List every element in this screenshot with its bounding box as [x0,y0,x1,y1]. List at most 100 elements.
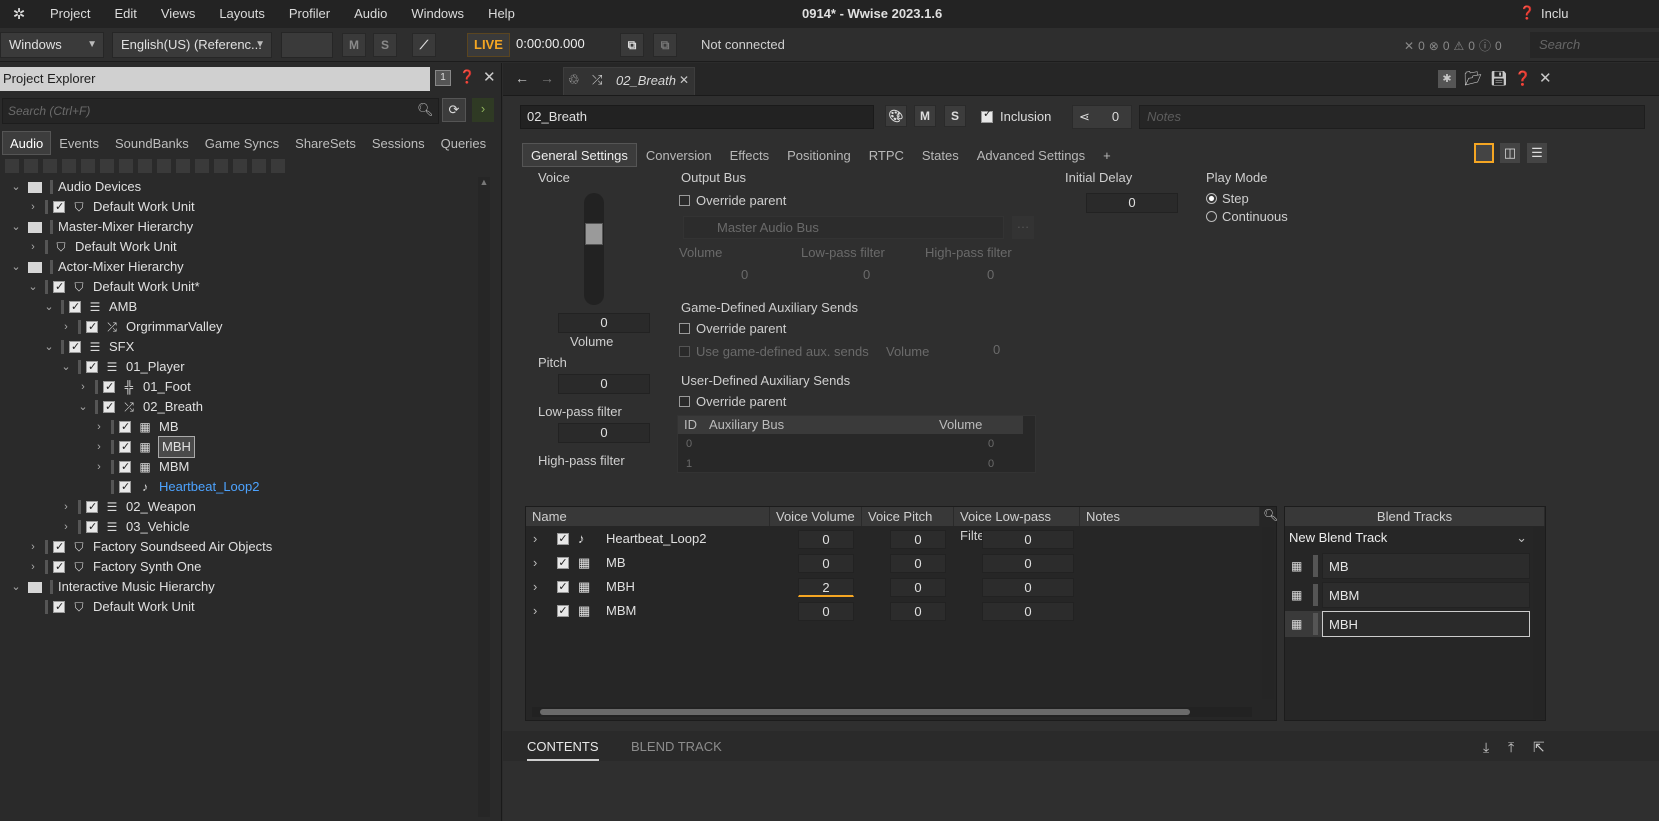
checkbox[interactable] [679,195,690,206]
pin-icon[interactable]: ✱ [1438,70,1456,88]
tab-sharesets[interactable]: ShareSets [287,131,364,155]
chevron-down-icon[interactable]: ⌄ [43,297,55,317]
blend-track-item[interactable]: ▦ MBM [1285,582,1530,608]
tree-item[interactable]: ⌄ ⛉ Default Work Unit* [27,277,199,297]
solo-button[interactable]: S [373,33,397,57]
tab-add[interactable]: + [1094,143,1120,167]
row-volume[interactable]: 0 [798,554,854,573]
blend-container-icon[interactable] [80,158,96,174]
chevron-right-icon[interactable]: › [93,417,105,437]
tree-item[interactable]: › ☰ 02_Weapon [60,497,196,517]
menu-audio[interactable]: Audio [342,0,399,28]
popout-icon[interactable]: ⇱ [1533,739,1545,756]
tab-positioning[interactable]: Positioning [778,143,860,167]
checkbox[interactable] [86,497,98,517]
tab-events[interactable]: Events [51,131,107,155]
tree-item[interactable]: › ⛉ Factory Soundseed Air Objects [27,537,272,557]
recycle-icon[interactable]: ♲ [568,72,580,88]
new-blend-track-dropdown[interactable]: New Blend Track ⌄ [1287,527,1532,549]
user-aux-override-checkbox[interactable]: Override parent [679,394,786,409]
tree-item[interactable]: › ▦ MBM [93,457,189,477]
checkbox[interactable] [53,597,65,617]
tree-item[interactable]: ⌄ Master-Mixer Hierarchy [10,217,193,237]
error-icon[interactable]: ⊗ [1429,39,1439,53]
row-volume[interactable]: 2 [798,578,854,597]
tree-item[interactable]: ⌄ Actor-Mixer Hierarchy [10,257,184,277]
help-icon[interactable]: ❓ [459,69,475,85]
tab-states[interactable]: States [913,143,968,167]
tree-item[interactable]: › ☰ 03_Vehicle [60,517,189,537]
tab-audio[interactable]: Audio [2,131,52,155]
col-voice-pitch[interactable]: Voice Pitch [862,507,954,526]
tree-item[interactable]: ♪ Heartbeat_Loop2 [111,477,259,497]
blend-track-item-selected[interactable]: ▦ MBH [1285,611,1530,637]
row-checkbox[interactable]: ✓ [557,557,569,569]
col-voice-lpf[interactable]: Voice Low-pass Filter [954,507,1080,543]
performance-graph-icon[interactable]: ⟋ [412,33,436,57]
pitch-value-box[interactable]: 0 [558,374,650,394]
row-lpf[interactable]: 0 [982,578,1074,597]
close-tab-icon[interactable]: ✕ [679,73,689,87]
chevron-right-icon[interactable]: › [533,553,537,573]
tree-item[interactable]: ⌄ Audio Devices [10,177,141,197]
chevron-down-icon[interactable]: ⌄ [77,397,89,417]
initial-delay-box[interactable]: 0 [1086,193,1178,213]
tree-item[interactable]: › ⛉ Default Work Unit [27,237,177,257]
object-tab[interactable]: 02_Breath [563,67,695,95]
menu-help[interactable]: Help [476,0,527,28]
live-button[interactable]: LIVE [467,33,510,57]
close-icon[interactable]: ✕ [1539,69,1552,87]
notes-field[interactable]: Notes [1139,105,1645,129]
checkbox[interactable] [119,457,131,477]
remote-icon[interactable]: ⧉ [653,33,677,57]
aux-bus-icon[interactable] [213,158,229,174]
download-icon[interactable]: ⤓ [1483,739,1489,756]
solo-button[interactable]: S [944,105,966,127]
bus-icon[interactable] [194,158,210,174]
search-icon[interactable]: 🔍︎ [1263,508,1278,522]
tree-item-selected[interactable]: › ▦ MBH [93,436,195,458]
col-notes[interactable]: Notes [1080,507,1260,526]
tree-item[interactable]: › ⛉ Default Work Unit [27,197,194,217]
arrow-right-icon[interactable]: › [472,98,494,122]
chevron-right-icon[interactable]: › [60,317,72,337]
folder-icon[interactable] [23,158,39,174]
chevron-down-icon[interactable]: ⌄ [10,177,22,197]
tree-item[interactable]: › ⛉ Factory Synth One [27,557,201,577]
table-row[interactable]: › ✓ ▦ MBH 2 0 0 [526,577,1261,599]
menu-windows[interactable]: Windows [399,0,476,28]
save-icon[interactable]: 💾︎ [1490,70,1508,87]
col-name[interactable]: Name [526,507,770,526]
chevron-down-icon[interactable]: ⌄ [10,257,22,277]
row-lpf[interactable]: 0 [982,554,1074,573]
wwise-logo-icon[interactable]: ✲ [0,5,38,23]
fader-handle[interactable] [585,223,603,245]
checkbox[interactable] [53,537,65,557]
tab-game-syncs[interactable]: Game Syncs [197,131,287,155]
tab-rtpc[interactable]: RTPC [860,143,913,167]
tree-item[interactable]: › ⤮ OrgrimmarValley [60,317,222,337]
help-icon[interactable]: ❓ [1514,70,1531,87]
tree-item[interactable]: › ▦ MB [93,417,178,437]
music-icon[interactable] [270,158,286,174]
tab-sessions[interactable]: Sessions [364,131,433,155]
table-row[interactable]: › ✓ ♪ Heartbeat_Loop2 0 0 0 [526,529,1261,551]
info-icon[interactable]: ⓘ [1479,37,1491,54]
step-radio[interactable]: Step [1206,191,1249,206]
switch-container-icon[interactable] [156,158,172,174]
chevron-down-icon[interactable]: ⌄ [43,337,55,357]
table-row[interactable]: › ✓ ▦ MBM 0 0 0 [526,601,1261,623]
horizontal-scrollbar[interactable] [532,707,1252,717]
checkbox[interactable] [103,377,115,397]
chevron-right-icon[interactable]: › [533,601,537,621]
menu-edit[interactable]: Edit [102,0,148,28]
checkbox[interactable] [119,417,131,437]
inclusion-checkbox[interactable] [981,107,993,123]
lpf-value-box[interactable]: 0 [558,423,650,443]
tab-effects[interactable]: Effects [721,143,779,167]
chevron-right-icon[interactable]: › [93,437,105,457]
volume-fader[interactable] [584,193,604,305]
row-pitch[interactable]: 0 [890,602,946,621]
tree-item[interactable]: ⌄ Interactive Music Hierarchy [10,577,215,597]
chevron-right-icon[interactable]: › [533,529,537,549]
